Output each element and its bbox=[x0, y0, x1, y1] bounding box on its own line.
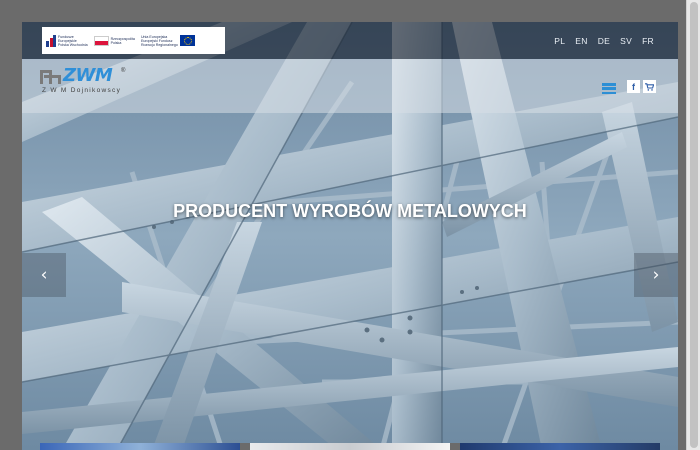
polish-flag-icon bbox=[93, 35, 109, 46]
website-frame: Fundusze Europejskie Polska Wschodnia Rz… bbox=[22, 22, 678, 450]
steel-frame-logo-icon bbox=[40, 68, 62, 84]
cart-glyph bbox=[645, 82, 654, 91]
eu-funding-logos[interactable]: Fundusze Europejskie Polska Wschodnia Rz… bbox=[42, 27, 225, 54]
thumbnail-tile[interactable] bbox=[450, 443, 460, 450]
language-de-link[interactable]: DE bbox=[598, 36, 610, 46]
main-navbar: ZWM ® Z W M Dojnikowscy f bbox=[22, 59, 678, 113]
fundusze-europejskie-text: Fundusze Europejskie Polska Wschodnia bbox=[58, 34, 88, 47]
thumbnail-tile[interactable] bbox=[250, 443, 450, 450]
language-pl-link[interactable]: PL bbox=[554, 36, 565, 46]
unia-europejska-text: Unia Europejska Europejski Fundusz Rozwo… bbox=[140, 34, 178, 47]
cart-icon[interactable] bbox=[643, 80, 656, 93]
thumbnail-tile[interactable] bbox=[460, 443, 660, 450]
logo-wordmark: ZWM bbox=[63, 65, 113, 86]
language-sv-link[interactable]: SV bbox=[620, 36, 632, 46]
hamburger-icon[interactable] bbox=[602, 83, 616, 95]
registered-mark: ® bbox=[121, 68, 126, 74]
page-scrollbar[interactable] bbox=[686, 0, 700, 450]
thumbnail-tile[interactable] bbox=[240, 443, 250, 450]
eu-flag-icon bbox=[179, 35, 195, 46]
language-switcher: PL EN DE SV FR bbox=[554, 36, 654, 46]
chevron-right-icon: › bbox=[652, 265, 660, 285]
hero-headline: PRODUCENT WYROBÓW METALOWYCH bbox=[173, 201, 527, 221]
scrollbar-thumb[interactable] bbox=[690, 2, 698, 448]
logo-mark: ZWM bbox=[40, 65, 150, 86]
thumbnail-strip bbox=[40, 443, 660, 450]
site-logo[interactable]: ZWM ® Z W M Dojnikowscy bbox=[40, 65, 150, 106]
logo-subtitle: Z W M Dojnikowscy bbox=[42, 87, 122, 94]
rzeczpospolita-polska-text: Rzeczpospolita Polska bbox=[110, 36, 135, 45]
thumbnail-tile[interactable] bbox=[40, 443, 240, 450]
slider-prev-button[interactable]: ‹ bbox=[22, 253, 66, 297]
rzeczpospolita-polska-logo: Rzeczpospolita Polska bbox=[93, 35, 135, 46]
slider-next-button[interactable]: › bbox=[634, 253, 678, 297]
chevron-left-icon: ‹ bbox=[40, 265, 48, 285]
language-fr-link[interactable]: FR bbox=[642, 36, 654, 46]
unia-europejska-logo: Unia Europejska Europejski Fundusz Rozwo… bbox=[141, 35, 195, 47]
fundusze-europejskie-logo: Fundusze Europejskie Polska Wschodnia bbox=[46, 34, 88, 47]
fundusze-europejskie-icon bbox=[46, 34, 56, 47]
eu-funding-bar: Fundusze Europejskie Polska Wschodnia Rz… bbox=[22, 22, 678, 59]
facebook-icon[interactable]: f bbox=[627, 80, 640, 93]
language-en-link[interactable]: EN bbox=[575, 36, 587, 46]
